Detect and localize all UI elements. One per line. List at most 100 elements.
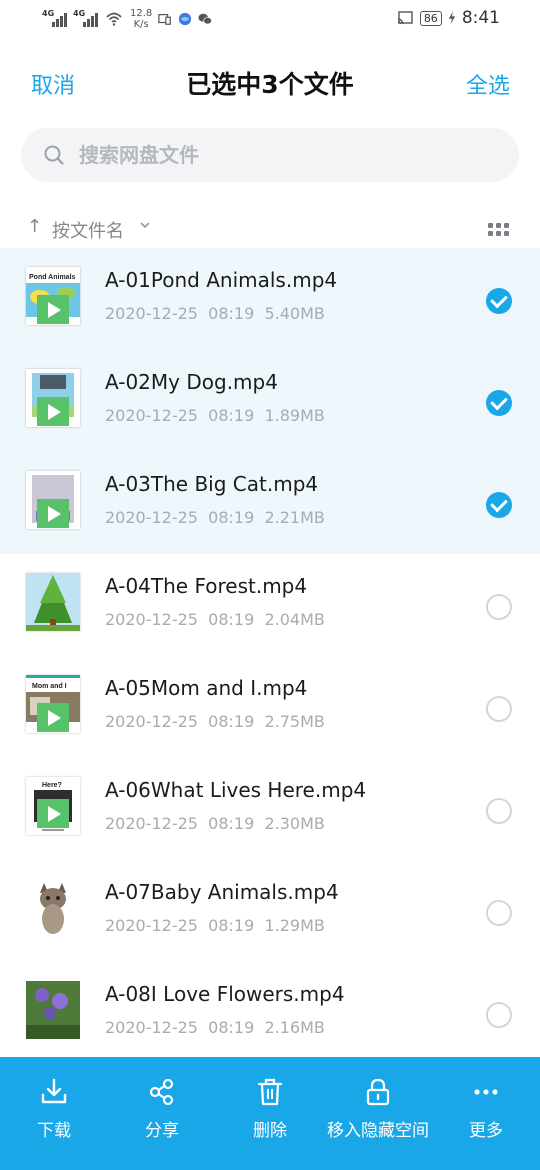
sort-row: ↑ 按文件名	[0, 210, 540, 248]
file-date: 2020-12-25	[105, 1018, 198, 1037]
selected-checkbox[interactable]	[486, 492, 512, 518]
file-name: A-04The Forest.mp4	[105, 574, 308, 598]
wechat-icon	[198, 13, 213, 25]
file-row[interactable]: A-08I Love Flowers.mp4 2020-12-25 08:19 …	[0, 962, 540, 1064]
sort-by-name-button[interactable]: 按文件名	[52, 217, 124, 243]
file-name: A-07Baby Animals.mp4	[105, 880, 339, 904]
file-size: 5.40MB	[264, 304, 325, 323]
battery-indicator: 86	[419, 10, 442, 26]
file-name: A-01Pond Animals.mp4	[105, 268, 338, 292]
thumb-title: Here?	[42, 782, 62, 789]
file-row[interactable]: A-07Baby Animals.mp4 2020-12-25 08:19 1.…	[0, 860, 540, 962]
download-button[interactable]: 下载	[0, 1057, 108, 1170]
search-bar[interactable]	[21, 128, 519, 182]
file-meta: 2020-12-25 08:19 2.04MB	[105, 610, 325, 629]
file-name: A-02My Dog.mp4	[105, 370, 278, 394]
file-date: 2020-12-25	[105, 304, 198, 323]
share-icon	[149, 1078, 174, 1106]
file-date: 2020-12-25	[105, 508, 198, 527]
video-thumbnail	[26, 981, 80, 1039]
kitten-cover	[26, 879, 80, 937]
move-to-hidden-space-label: 移入隐藏空间	[327, 1121, 429, 1141]
browser-icon	[179, 12, 192, 26]
file-row[interactable]: Mom and I A-05Mom and I.mp4 2020-12-25 0…	[0, 656, 540, 758]
lock-icon	[366, 1078, 390, 1106]
wifi-icon	[106, 12, 122, 26]
download-icon	[41, 1078, 67, 1104]
file-date: 2020-12-25	[105, 712, 198, 731]
video-thumbnail: Mom and I	[26, 675, 80, 733]
move-to-hidden-space-button[interactable]: 移入隐藏空间	[324, 1057, 432, 1170]
delete-button[interactable]: 删除	[216, 1057, 324, 1170]
unselected-checkbox[interactable]	[486, 798, 512, 824]
unselected-checkbox[interactable]	[486, 594, 512, 620]
signal-icon-2: 4G	[73, 9, 98, 27]
more-label: 更多	[469, 1121, 503, 1141]
file-meta: 2020-12-25 08:19 2.30MB	[105, 814, 325, 833]
trash-icon	[257, 1078, 283, 1106]
video-thumbnail	[26, 471, 80, 529]
file-name: A-05Mom and I.mp4	[105, 676, 308, 700]
file-time: 08:19	[208, 814, 255, 833]
file-size: 2.16MB	[264, 1018, 325, 1037]
status-left: 4G 4G 12.8 K/s	[42, 8, 213, 30]
cast-icon	[397, 11, 413, 25]
file-name: A-03The Big Cat.mp4	[105, 472, 319, 496]
network-type-label: 4G	[73, 9, 86, 18]
unselected-checkbox[interactable]	[486, 900, 512, 926]
unselected-checkbox[interactable]	[486, 696, 512, 722]
file-size: 2.30MB	[264, 814, 325, 833]
play-icon	[37, 499, 69, 528]
status-right: 86 8:41	[396, 8, 500, 28]
select-all-button[interactable]: 全选	[466, 68, 510, 100]
file-time: 08:19	[208, 610, 255, 629]
file-time: 08:19	[208, 508, 255, 527]
share-button[interactable]: 分享	[108, 1057, 216, 1170]
grid-view-icon[interactable]	[488, 223, 509, 236]
charging-icon	[448, 11, 456, 25]
status-bar: 4G 4G 12.8 K/s 86 8:41	[0, 0, 540, 40]
speed-value: 12.8	[130, 8, 153, 19]
download-label: 下载	[37, 1121, 71, 1141]
video-thumbnail	[26, 573, 80, 631]
file-name: A-08I Love Flowers.mp4	[105, 982, 345, 1006]
flowers-cover	[26, 981, 80, 1039]
file-date: 2020-12-25	[105, 916, 198, 935]
unselected-checkbox[interactable]	[486, 1002, 512, 1028]
file-row[interactable]: A-02My Dog.mp4 2020-12-25 08:19 1.89MB	[0, 350, 540, 452]
thumb-title: Pond Animals	[29, 274, 76, 281]
file-row[interactable]: A-03The Big Cat.mp4 2020-12-25 08:19 2.2…	[0, 452, 540, 554]
network-type-label: 4G	[42, 9, 55, 18]
selected-checkbox[interactable]	[486, 390, 512, 416]
delete-label: 删除	[253, 1121, 287, 1141]
file-meta: 2020-12-25 08:19 2.21MB	[105, 508, 325, 527]
search-input[interactable]	[79, 128, 499, 182]
selected-checkbox[interactable]	[486, 288, 512, 314]
file-time: 08:19	[208, 304, 255, 323]
play-icon	[37, 799, 69, 828]
file-date: 2020-12-25	[105, 406, 198, 425]
file-row[interactable]: A-04The Forest.mp4 2020-12-25 08:19 2.04…	[0, 554, 540, 656]
play-icon	[37, 295, 69, 324]
file-name: A-06What Lives Here.mp4	[105, 778, 367, 802]
clock: 8:41	[461, 8, 500, 28]
file-time: 08:19	[208, 916, 255, 935]
video-thumbnail	[26, 369, 80, 427]
forest-cover	[26, 573, 80, 631]
more-button[interactable]: 更多	[432, 1057, 540, 1170]
file-row[interactable]: Pond Animals A-01Pond Animals.mp4 2020-1…	[0, 248, 540, 350]
network-speed: 12.8 K/s	[130, 8, 152, 30]
sort-direction-icon[interactable]: ↑	[27, 216, 42, 237]
file-time: 08:19	[208, 406, 255, 425]
file-row[interactable]: Here? A-06What Lives Here.mp4 2020-12-25…	[0, 758, 540, 860]
file-size: 2.75MB	[264, 712, 325, 731]
file-meta: 2020-12-25 08:19 2.16MB	[105, 1018, 325, 1037]
file-date: 2020-12-25	[105, 814, 198, 833]
chevron-down-icon[interactable]	[139, 219, 151, 231]
screen-mirror-icon	[158, 14, 172, 25]
selection-header: 取消 已选中3个文件 全选	[0, 50, 540, 114]
share-label: 分享	[145, 1121, 179, 1141]
file-size: 1.29MB	[264, 916, 325, 935]
signal-icon-1: 4G	[42, 9, 67, 27]
file-list: Pond Animals A-01Pond Animals.mp4 2020-1…	[0, 248, 540, 1064]
